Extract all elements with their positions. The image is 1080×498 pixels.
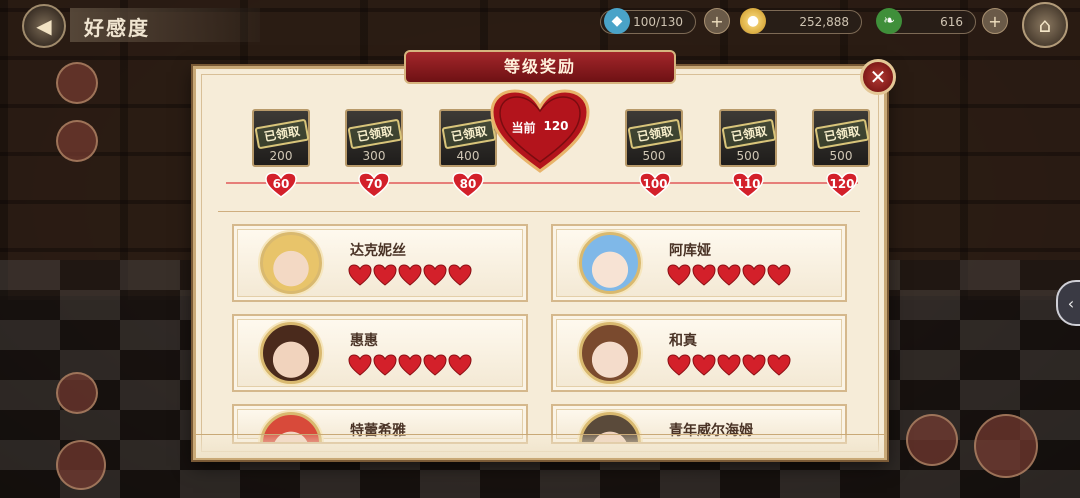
heart-icon [348, 264, 372, 286]
affection-hearts [667, 354, 791, 376]
affection-hearts [348, 354, 472, 376]
heart-icon [767, 354, 791, 376]
level-value: 100 [642, 177, 668, 191]
gold-coin-icon: ● [740, 8, 766, 34]
panel-title: 等级奖励 [404, 50, 676, 84]
section-divider [218, 211, 860, 212]
claimed-stamp: 已领取 [347, 118, 403, 150]
heart-icon [717, 354, 741, 376]
reward-amount: 500 [736, 149, 760, 163]
affection-hearts [348, 264, 472, 286]
back-button[interactable]: ◀ [22, 4, 66, 48]
add-gem-button[interactable]: + [982, 8, 1008, 34]
add-stamina-button[interactable]: + [704, 8, 730, 34]
reward-box[interactable]: 已领取 500 [812, 109, 870, 167]
claimed-stamp: 已领取 [627, 118, 683, 150]
avatar [579, 232, 641, 294]
heart-icon [742, 264, 766, 286]
leaf-gem-icon: ❧ [876, 8, 902, 34]
heart-icon [398, 354, 422, 376]
chevron-left-icon: ‹ [1067, 293, 1075, 313]
reward-box[interactable]: 已领取 200 [252, 109, 310, 167]
side-menu-icon-2[interactable] [56, 120, 98, 162]
character-name: 阿库娅 [669, 243, 711, 259]
level-value: 110 [735, 177, 761, 191]
heart-icon [448, 264, 472, 286]
side-menu-icon-3[interactable] [56, 372, 98, 414]
home-button[interactable]: ⌂ [1022, 2, 1068, 48]
level-heart-icon: 120 [826, 172, 858, 198]
heart-icon [717, 264, 741, 286]
character-card[interactable]: 达克妮丝 [232, 224, 528, 302]
level-heart-icon: 70 [358, 172, 390, 198]
reward-box[interactable]: 已领取 300 [345, 109, 403, 167]
heart-icon [767, 264, 791, 286]
panel-bottom-edge [196, 434, 884, 458]
reward-amount: 500 [642, 149, 666, 163]
affection-hearts [667, 264, 791, 286]
bottom-menu-icon-2[interactable] [974, 414, 1038, 478]
level-value: 120 [829, 177, 855, 191]
character-name: 惠惠 [350, 333, 378, 349]
level-value: 60 [272, 177, 290, 191]
reward-amount: 400 [456, 149, 480, 163]
level-value: 70 [365, 177, 383, 191]
level-heart-icon: 80 [452, 172, 484, 198]
side-menu-icon-1[interactable] [56, 62, 98, 104]
level-value: 80 [459, 177, 477, 191]
heart-icon [667, 354, 691, 376]
claimed-stamp: 已领取 [254, 118, 310, 150]
stamina-icon: ◆ [604, 8, 630, 34]
character-name: 和真 [669, 333, 697, 349]
reward-box[interactable]: 已领取 500 [719, 109, 777, 167]
avatar [579, 322, 641, 384]
character-name: 达克妮丝 [350, 243, 406, 259]
heart-icon [423, 264, 447, 286]
heart-icon [423, 354, 447, 376]
current-value: 120 [543, 118, 569, 133]
reward-amount: 200 [269, 149, 293, 163]
claimed-stamp: 已领取 [814, 118, 870, 150]
reward-amount: 500 [829, 149, 853, 163]
claimed-stamp: 已领取 [721, 118, 777, 150]
heart-icon [348, 354, 372, 376]
page-title: 好感度 [70, 8, 260, 42]
character-card[interactable]: 阿库娅 [551, 224, 847, 302]
avatar [260, 232, 322, 294]
heart-icon [667, 264, 691, 286]
reward-amount: 300 [362, 149, 386, 163]
level-heart-icon: 110 [732, 172, 764, 198]
reward-box[interactable]: 已领取 500 [625, 109, 683, 167]
character-card[interactable]: 惠惠 [232, 314, 528, 392]
close-button[interactable]: ✕ [860, 59, 896, 95]
character-card[interactable]: 和真 [551, 314, 847, 392]
home-icon: ⌂ [1038, 13, 1052, 37]
heart-icon [373, 354, 397, 376]
heart-icon [398, 264, 422, 286]
close-x-icon: ✕ [869, 65, 887, 89]
heart-icon [373, 264, 397, 286]
back-arrow-icon: ◀ [36, 14, 52, 38]
current-label: 当前 [511, 120, 536, 135]
heart-icon [692, 354, 716, 376]
avatar [260, 322, 322, 384]
heart-icon [742, 354, 766, 376]
level-heart-icon: 60 [265, 172, 297, 198]
level-heart-icon: 100 [639, 172, 671, 198]
heart-icon [448, 354, 472, 376]
side-menu-icon-4[interactable] [56, 440, 106, 490]
bottom-menu-icon-1[interactable] [906, 414, 958, 466]
heart-icon [692, 264, 716, 286]
current-level-heart: 当前 120 [489, 88, 591, 174]
